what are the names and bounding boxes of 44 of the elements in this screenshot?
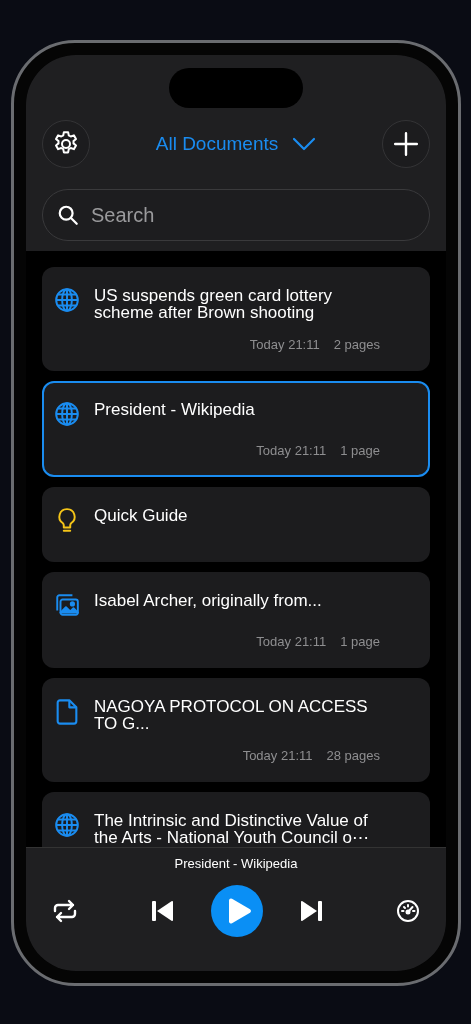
chevron-down-icon [292,137,317,151]
document-title: The Intrinsic and Distinctive Value of the Arts - National Youth Council o⋯ [94,810,370,846]
play-icon [226,897,252,925]
add-button[interactable] [382,120,430,168]
repeat-icon [52,899,78,923]
next-button[interactable] [299,900,323,922]
document-card[interactable]: Quick Guide [42,487,430,562]
document-title: Isabel Archer, originally from... [94,590,322,609]
repeat-button[interactable] [52,899,78,923]
globe-icon [54,401,80,427]
document-card[interactable]: The Intrinsic and Distinctive Value of the Arts - National Youth Council o⋯ [42,792,430,847]
search-bar[interactable]: Search [42,189,430,241]
document-title: NAGOYA PROTOCOL ON ACCESS TO G... [94,696,369,732]
page-count: 1 page [340,634,380,650]
document-title: President - Wikipedia [94,399,255,418]
document-card[interactable]: NAGOYA PROTOCOL ON ACCESS TO G... Today 21:11 28 pages [42,678,430,782]
settings-button[interactable] [42,120,90,168]
document-date: Today 21:11 [242,748,313,764]
globe-icon [54,812,80,838]
play-button[interactable] [211,885,263,937]
search-field[interactable]: Search [89,202,415,228]
document-card[interactable]: US suspends green card lottery scheme after Brown shooting Today 21:11 2 pages [42,267,430,371]
document-date: Today 21:11 [249,337,320,353]
skip-back-icon [151,900,175,922]
page-count: 28 pages [326,748,380,764]
document-date: Today 21:11 [256,634,327,650]
document-card[interactable]: Isabel Archer, originally from... Today 21:11 1 page [42,572,430,668]
skip-forward-icon [299,900,323,922]
document-date: Today 21:11 [256,443,327,459]
document-icon [54,698,80,726]
document-card[interactable]: President - Wikipedia Today 21:11 1 page [42,381,430,477]
now-playing-title: President - Wikipedia [173,856,299,871]
collection-dropdown[interactable]: All Documents [155,133,317,155]
gauge-icon [396,899,420,923]
document-title: US suspends green card lottery scheme after Brown shooting [94,285,334,321]
plus-icon [393,131,419,157]
document-title: Quick Guide [94,505,188,524]
search-icon [57,204,79,226]
page-count: 2 pages [333,337,380,353]
globe-icon [54,287,80,313]
images-icon [54,592,80,618]
page-count: 1 page [340,443,380,459]
speed-button[interactable] [396,899,420,923]
previous-button[interactable] [151,900,175,922]
